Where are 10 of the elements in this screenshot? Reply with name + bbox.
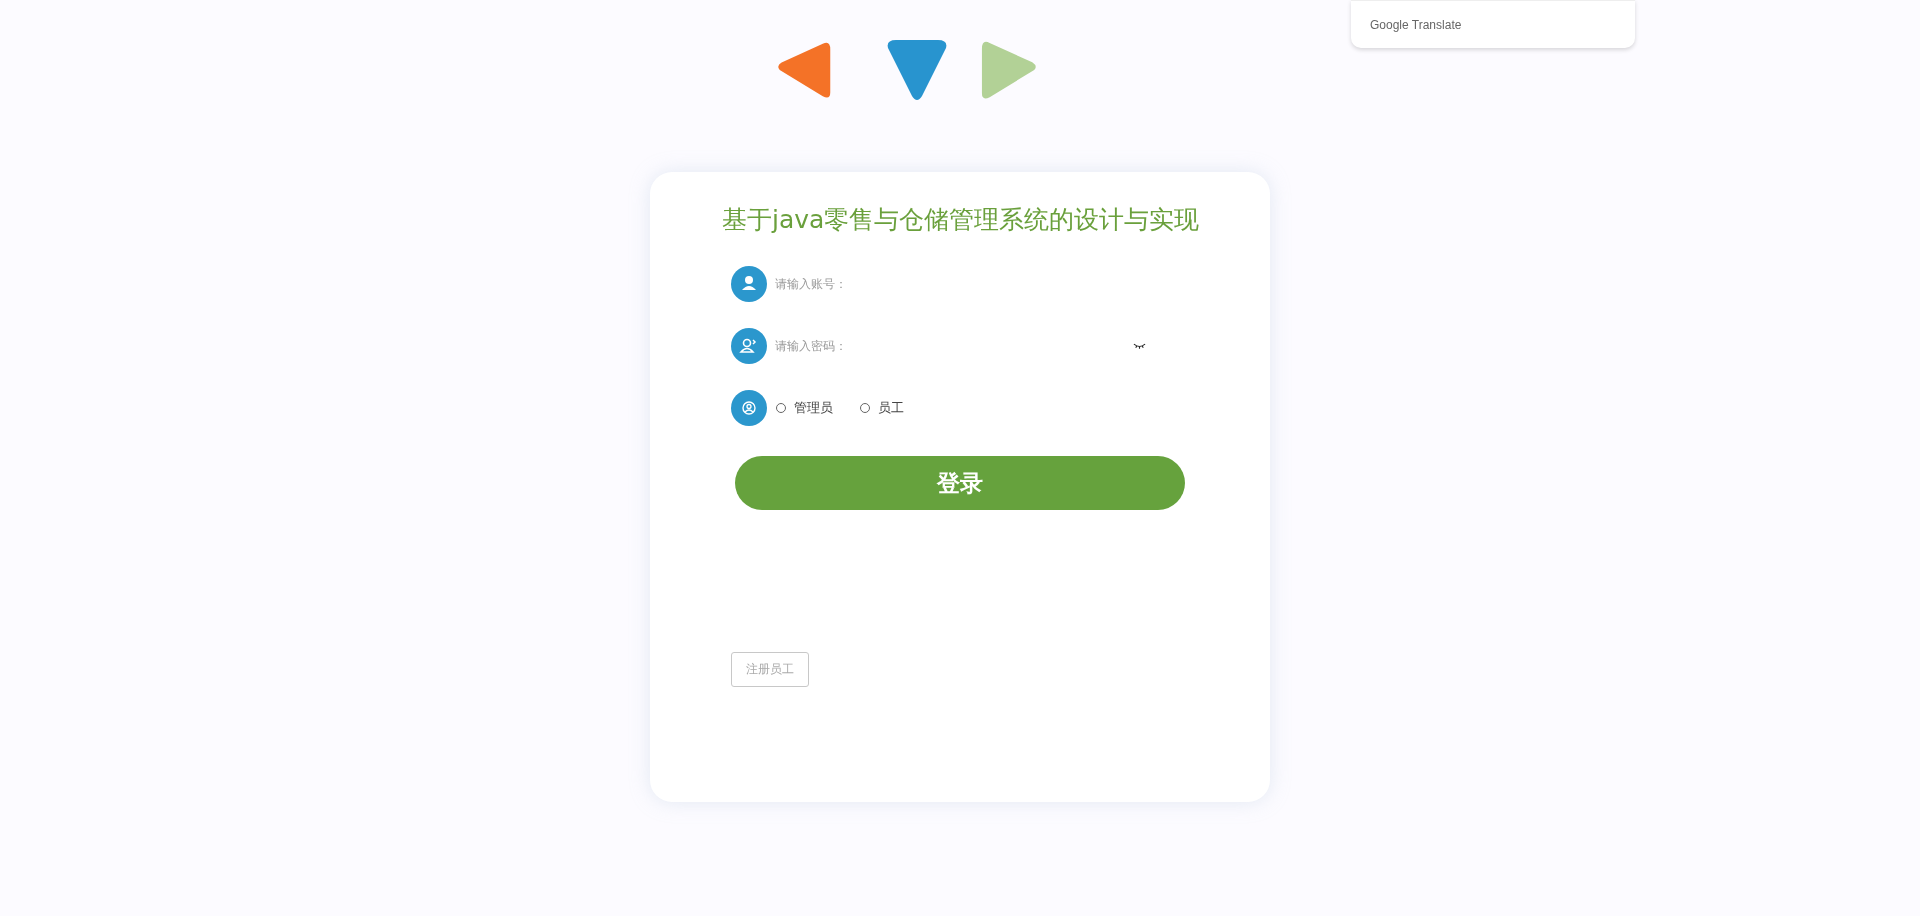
account-field[interactable]: 请输入账号： bbox=[775, 269, 1135, 299]
translate-label[interactable]: Google Translate bbox=[1370, 17, 1462, 32]
user-circle-icon bbox=[731, 390, 767, 426]
password-field[interactable]: 请输入密码： bbox=[775, 331, 1135, 361]
login-title: 基于java零售与仓储管理系统的设计与实现 bbox=[722, 204, 1201, 236]
role-radio[interactable]: 员工 bbox=[860, 399, 904, 417]
role-radio[interactable]: 管理员 bbox=[776, 399, 833, 417]
closed-eye-icon bbox=[1133, 343, 1146, 349]
user-icon bbox=[731, 266, 767, 302]
person-icon bbox=[731, 328, 767, 364]
